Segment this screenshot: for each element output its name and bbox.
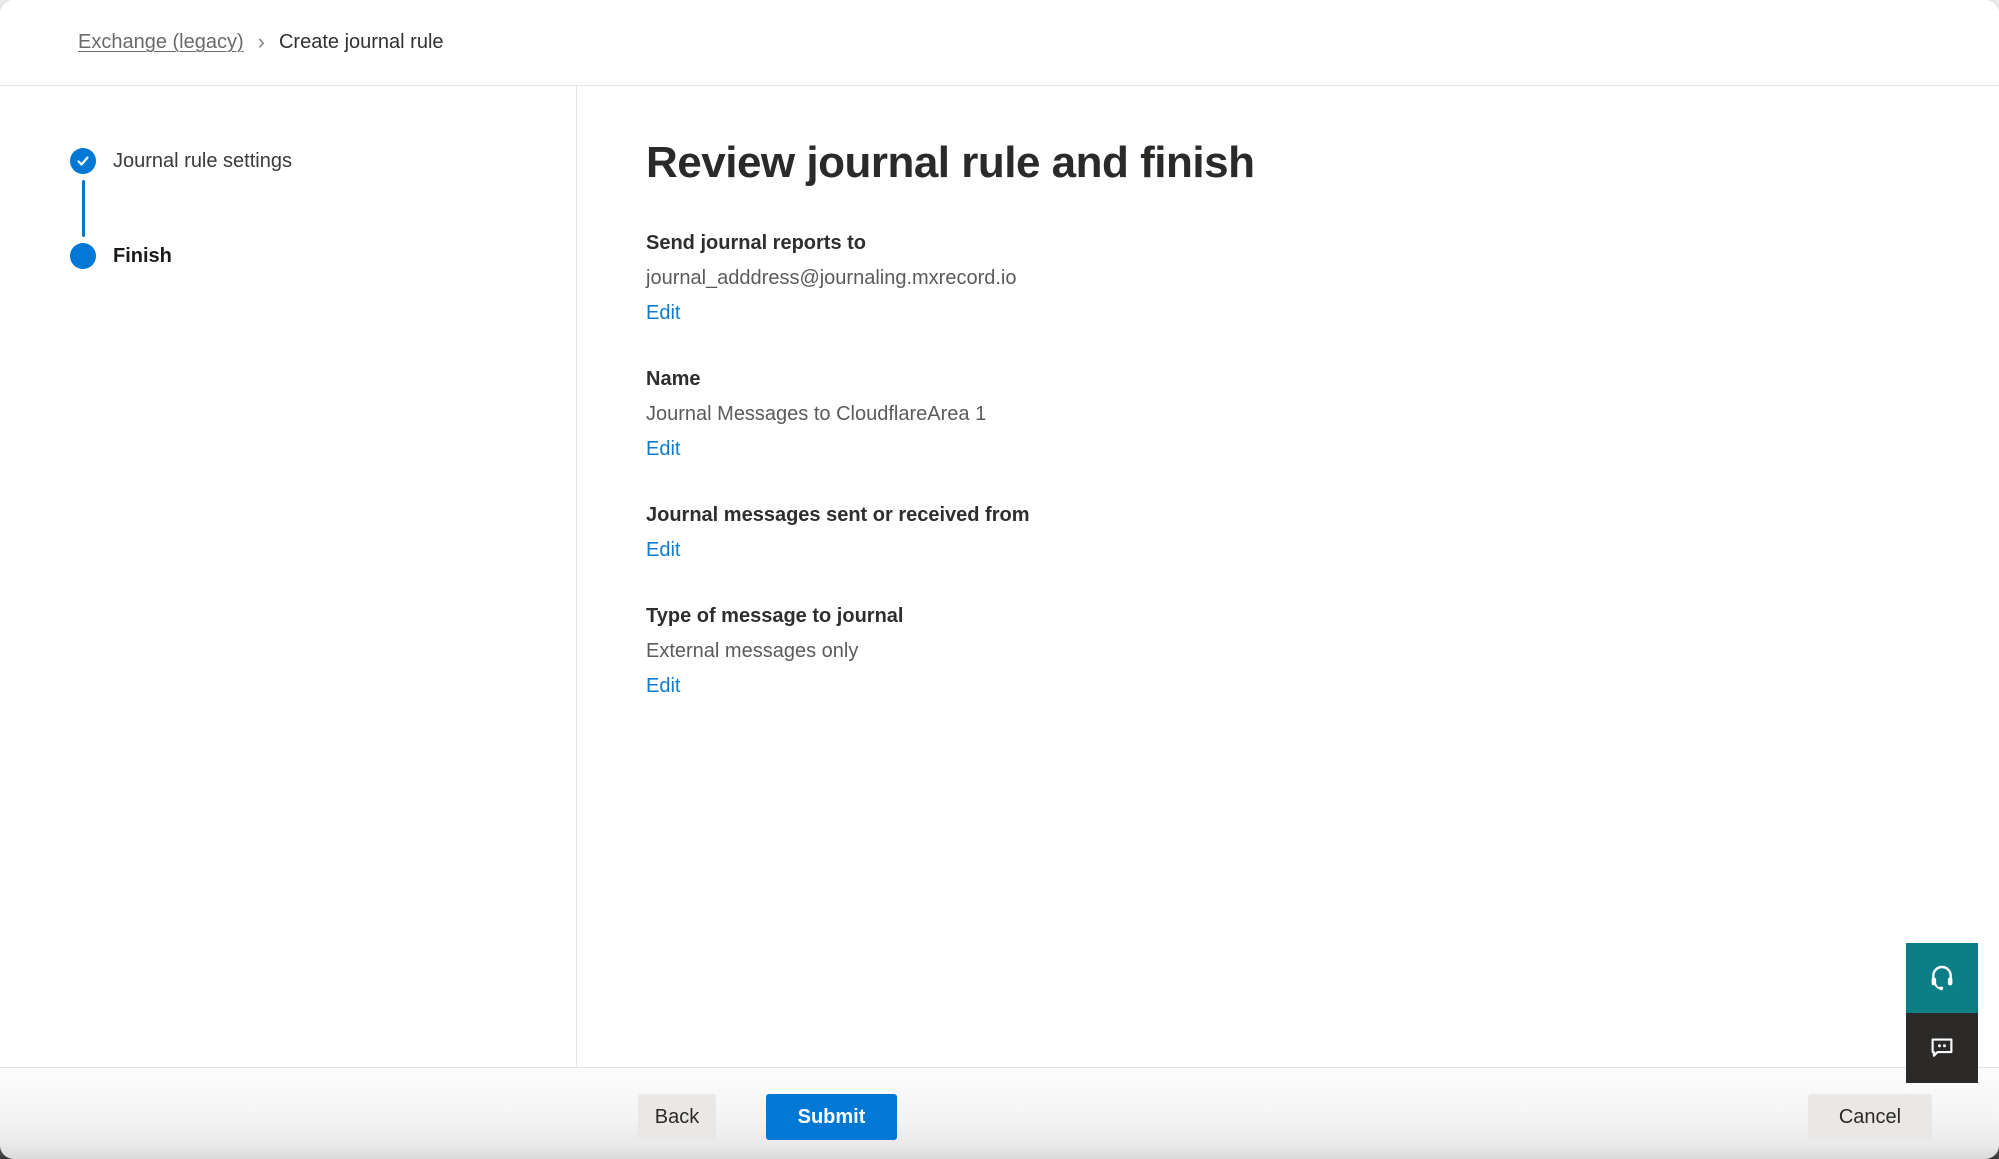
edit-send-journal-reports-link[interactable]: Edit xyxy=(646,296,680,331)
breadcrumb-current-page: Create journal rule xyxy=(279,31,444,54)
page-title: Review journal rule and finish xyxy=(646,138,1939,188)
wizard-steps-panel: Journal rule settings Finish xyxy=(0,86,577,1067)
review-section-send-journal-reports-to: Send journal reports to journal_adddress… xyxy=(646,226,1939,331)
section-label: Send journal reports to xyxy=(646,226,1939,261)
back-button[interactable]: Back xyxy=(638,1094,716,1140)
top-bar: Exchange (legacy) › Create journal rule xyxy=(0,0,1999,86)
review-section-message-type: Type of message to journal External mess… xyxy=(646,599,1939,704)
help-feedback-stack xyxy=(1906,943,1978,1083)
wizard-footer: Back Submit Cancel xyxy=(0,1067,1999,1159)
headset-icon xyxy=(1926,961,1958,996)
wizard-step-label[interactable]: Journal rule settings xyxy=(113,150,292,173)
section-value: External messages only xyxy=(646,634,1939,669)
step-current-dot-icon xyxy=(70,243,96,269)
edit-journal-scope-link[interactable]: Edit xyxy=(646,533,680,568)
cancel-button[interactable]: Cancel xyxy=(1808,1094,1932,1140)
step-completed-check-icon xyxy=(70,148,96,174)
edit-name-link[interactable]: Edit xyxy=(646,432,680,467)
feedback-icon xyxy=(1927,1032,1957,1065)
section-label: Name xyxy=(646,362,1939,397)
section-label: Journal messages sent or received from xyxy=(646,498,1939,533)
section-value: journal_adddress@journaling.mxrecord.io xyxy=(646,261,1939,296)
submit-button[interactable]: Submit xyxy=(766,1094,897,1140)
support-button[interactable] xyxy=(1906,943,1978,1013)
step-connector-line xyxy=(82,180,85,237)
breadcrumb-exchange-legacy[interactable]: Exchange (legacy) xyxy=(78,31,244,54)
wizard-step-label[interactable]: Finish xyxy=(113,245,172,268)
chevron-right-icon: › xyxy=(258,31,265,53)
breadcrumb: Exchange (legacy) › Create journal rule xyxy=(78,31,444,54)
review-pane: Review journal rule and finish Send jour… xyxy=(577,86,1999,1067)
feedback-button[interactable] xyxy=(1906,1013,1978,1083)
section-label: Type of message to journal xyxy=(646,599,1939,634)
section-value: Journal Messages to CloudflareArea 1 xyxy=(646,397,1939,432)
wizard-step-finish[interactable]: Finish xyxy=(70,243,576,269)
review-section-name: Name Journal Messages to CloudflareArea … xyxy=(646,362,1939,467)
create-journal-rule-wizard: Exchange (legacy) › Create journal rule … xyxy=(0,0,1999,1159)
wizard-step-journal-rule-settings[interactable]: Journal rule settings xyxy=(70,148,576,174)
edit-message-type-link[interactable]: Edit xyxy=(646,669,680,704)
wizard-body: Journal rule settings Finish Review jour… xyxy=(0,86,1999,1067)
review-section-journal-messages-scope: Journal messages sent or received from E… xyxy=(646,498,1939,568)
